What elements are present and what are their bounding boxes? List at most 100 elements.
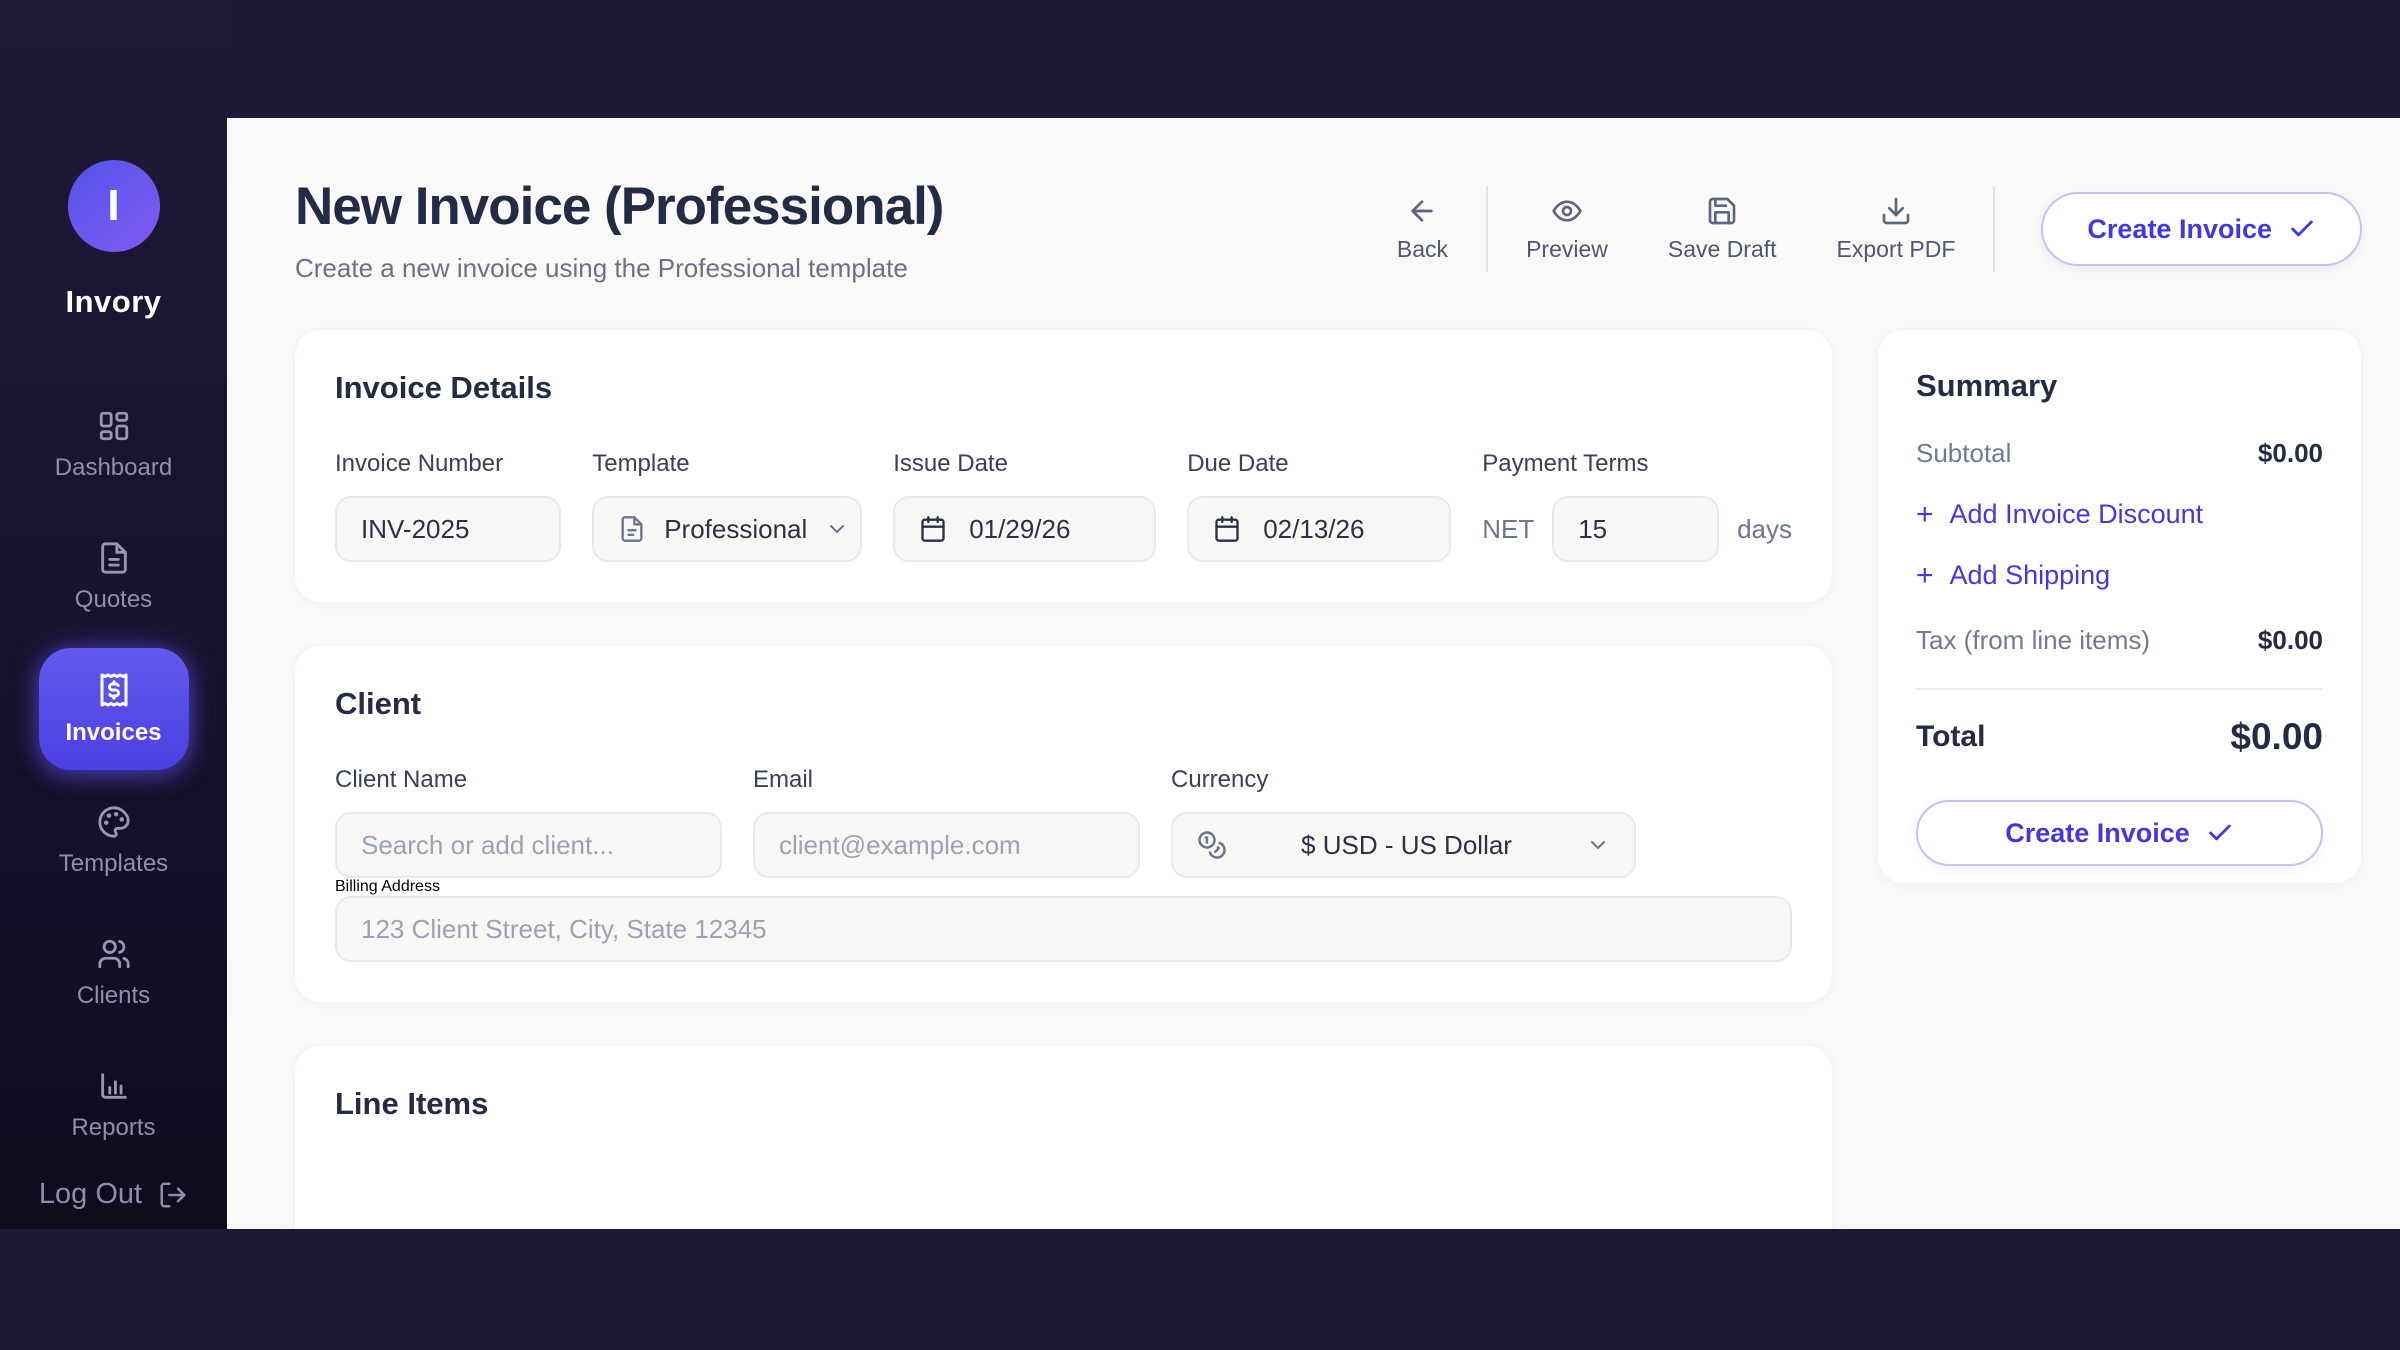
- due-date-input[interactable]: 02/13/26: [1187, 496, 1451, 562]
- back-label: Back: [1397, 236, 1448, 263]
- template-group: Template Professional: [592, 450, 862, 562]
- invoice-details-card: Invoice Details Invoice Number Template: [295, 330, 1832, 602]
- page-title: New Invoice (Professional): [295, 176, 943, 237]
- check-icon: [2288, 215, 2316, 243]
- sidebar-item-quotes[interactable]: Quotes: [39, 516, 189, 638]
- check-icon: [2206, 819, 2234, 847]
- due-date-value: 02/13/26: [1263, 514, 1364, 545]
- add-shipping-label: Add Shipping: [1950, 560, 2111, 591]
- net-prefix: NET: [1482, 514, 1534, 545]
- client-name-label: Client Name: [335, 766, 722, 794]
- header-actions: Back Preview Save Draft: [1367, 186, 2362, 272]
- page-header: New Invoice (Professional) Create a new …: [295, 176, 2362, 284]
- issue-date-value: 01/29/26: [969, 514, 1070, 545]
- issue-date-group: Issue Date 01/29/26: [893, 450, 1156, 562]
- reports-chart-icon: [97, 1069, 131, 1103]
- invoice-details-fields: Invoice Number Template: [335, 450, 1792, 562]
- sidebar-item-templates[interactable]: Templates: [39, 780, 189, 902]
- currency-group: Currency $ USD - US Dollar: [1171, 766, 1636, 878]
- due-date-group: Due Date 02/13/26: [1187, 450, 1451, 562]
- currency-label: Currency: [1171, 766, 1636, 794]
- header-divider: [1993, 186, 1995, 272]
- file-text-icon: [618, 515, 646, 543]
- template-value: Professional: [664, 514, 807, 545]
- sidebar-item-label: Invoices: [65, 719, 161, 747]
- invoice-details-heading: Invoice Details: [335, 370, 1792, 406]
- sidebar-item-label: Quotes: [75, 586, 152, 614]
- export-pdf-label: Export PDF: [1837, 236, 1956, 263]
- line-items-card: Line Items: [295, 1046, 1832, 1229]
- export-pdf-button[interactable]: Export PDF: [1807, 195, 1986, 263]
- sidebar-item-label: Templates: [59, 850, 168, 878]
- sidebar-item-invoices[interactable]: Invoices: [39, 648, 189, 770]
- preview-button[interactable]: Preview: [1496, 195, 1638, 263]
- payment-terms-input[interactable]: [1552, 496, 1719, 562]
- subtotal-row: Subtotal $0.00: [1916, 438, 2323, 469]
- summary-card: Summary Subtotal $0.00 + Add Invoice Dis…: [1878, 330, 2361, 883]
- chevron-down-icon: [1586, 833, 1610, 857]
- client-name-input[interactable]: [335, 812, 722, 878]
- preview-label: Preview: [1526, 236, 1608, 263]
- total-row: Total $0.00: [1916, 716, 2323, 758]
- tax-row: Tax (from line items) $0.00: [1916, 625, 2323, 656]
- add-shipping-link[interactable]: + Add Shipping: [1916, 560, 2323, 591]
- sidebar-item-reports[interactable]: Reports: [39, 1044, 189, 1166]
- calendar-icon: [919, 515, 947, 543]
- logo-letter: I: [107, 181, 119, 231]
- save-draft-button[interactable]: Save Draft: [1638, 195, 1807, 263]
- template-label: Template: [592, 450, 862, 478]
- invoice-number-group: Invoice Number: [335, 450, 561, 562]
- create-invoice-header-button[interactable]: Create Invoice: [2041, 192, 2362, 266]
- main-panel: New Invoice (Professional) Create a new …: [227, 118, 2400, 1229]
- download-icon: [1880, 195, 1912, 227]
- line-items-heading: Line Items: [335, 1086, 1792, 1122]
- sidebar-item-label: Dashboard: [55, 454, 172, 482]
- subtotal-value: $0.00: [2258, 438, 2323, 469]
- billing-address-input[interactable]: [335, 896, 1792, 962]
- back-button[interactable]: Back: [1367, 195, 1478, 263]
- client-fields: Client Name Email Currency: [335, 766, 1792, 878]
- summary-column: Summary Subtotal $0.00 + Add Invoice Dis…: [1878, 330, 2361, 883]
- chevron-down-icon: [825, 517, 849, 541]
- add-discount-label: Add Invoice Discount: [1950, 499, 2204, 530]
- sidebar-item-dashboard[interactable]: Dashboard: [39, 384, 189, 506]
- templates-palette-icon: [97, 805, 131, 839]
- logout-label: Log Out: [39, 1178, 142, 1211]
- save-draft-label: Save Draft: [1668, 236, 1777, 263]
- sidebar-item-clients[interactable]: Clients: [39, 912, 189, 1034]
- plus-icon: +: [1916, 500, 1934, 530]
- summary-heading: Summary: [1916, 368, 2323, 404]
- invoice-number-label: Invoice Number: [335, 450, 561, 478]
- calendar-icon: [1213, 515, 1241, 543]
- page-subtitle: Create a new invoice using the Professio…: [295, 253, 943, 284]
- payment-terms-row: NET days: [1482, 496, 1792, 562]
- due-date-label: Due Date: [1187, 450, 1451, 478]
- dashboard-icon: [97, 409, 131, 443]
- app-logo: I: [68, 160, 160, 252]
- page-header-text: New Invoice (Professional) Create a new …: [295, 176, 943, 284]
- tax-value: $0.00: [2258, 625, 2323, 656]
- currency-select[interactable]: $ USD - US Dollar: [1171, 812, 1636, 878]
- add-discount-link[interactable]: + Add Invoice Discount: [1916, 499, 2323, 530]
- subtotal-label: Subtotal: [1916, 438, 2011, 469]
- coins-icon: [1197, 830, 1227, 860]
- brand-name: Invory: [65, 284, 161, 320]
- billing-address-label: Billing Address: [335, 878, 440, 895]
- create-invoice-label: Create Invoice: [2005, 818, 2190, 849]
- issue-date-input[interactable]: 01/29/26: [893, 496, 1156, 562]
- sidebar: I Invory Dashboard Quotes: [0, 0, 227, 1229]
- payment-terms-group: Payment Terms NET days: [1482, 450, 1792, 562]
- invoice-receipt-icon: [96, 672, 132, 708]
- template-select[interactable]: Professional: [592, 496, 862, 562]
- save-icon: [1706, 195, 1738, 227]
- create-invoice-summary-button[interactable]: Create Invoice: [1916, 800, 2323, 866]
- email-field[interactable]: [753, 812, 1140, 878]
- sidebar-item-label: Reports: [71, 1114, 155, 1142]
- invoice-number-input[interactable]: [335, 496, 561, 562]
- logout-button[interactable]: Log Out: [0, 1178, 227, 1211]
- currency-value: $ USD - US Dollar: [1245, 830, 1568, 861]
- header-divider: [1486, 186, 1488, 272]
- form-column: Invoice Details Invoice Number Template: [295, 330, 1832, 1229]
- plus-icon: +: [1916, 561, 1934, 591]
- payment-terms-label: Payment Terms: [1482, 450, 1792, 478]
